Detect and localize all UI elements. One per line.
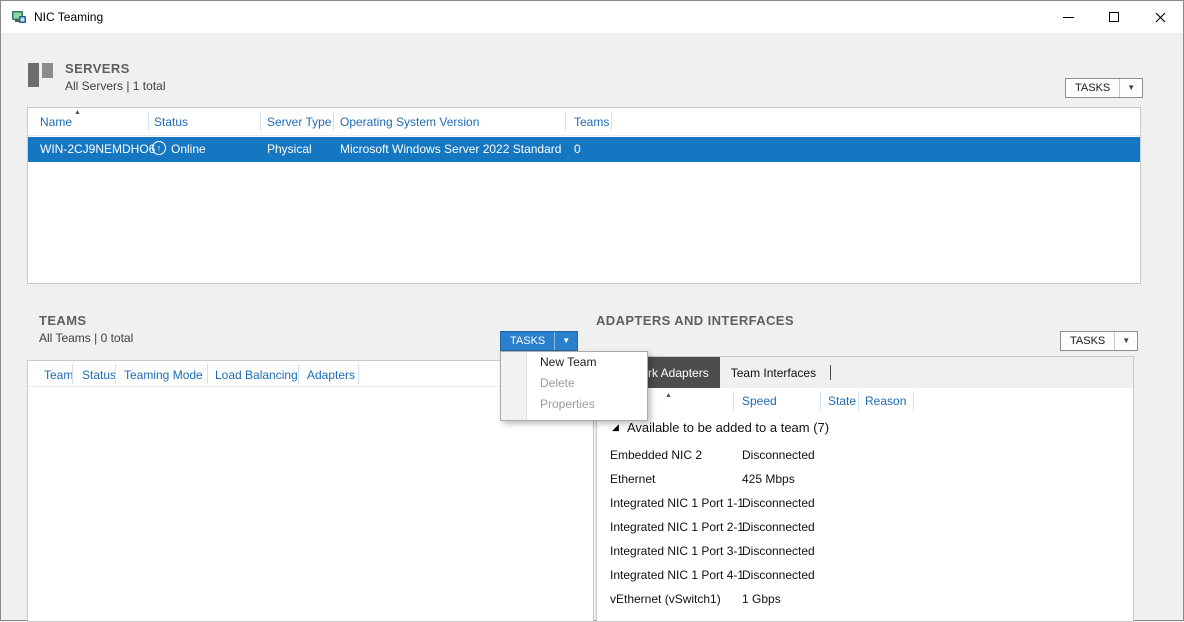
server-type: Physical <box>267 142 312 156</box>
col-name[interactable]: Name <box>40 115 72 129</box>
chevron-down-icon: ▼ <box>1114 332 1137 350</box>
minimize-button[interactable] <box>1045 1 1091 33</box>
col-status[interactable]: Status <box>82 368 116 382</box>
menu-item-delete[interactable]: Delete <box>501 373 647 394</box>
group-label: Available to be added to a team (7) <box>627 420 829 435</box>
adapter-row[interactable]: vEthernet (vSwitch1) 1 Gbps <box>597 587 1133 611</box>
menu-item-properties[interactable]: Properties <box>501 394 647 415</box>
servers-table: Name ▲ Status Server Type Operating Syst… <box>27 107 1141 284</box>
adapter-row[interactable]: Integrated NIC 1 Port 2-1 Disconnected <box>597 515 1133 539</box>
adapters-heading: ADAPTERS AND INTERFACES <box>596 313 794 328</box>
close-button[interactable] <box>1137 1 1183 33</box>
teams-heading: TEAMS <box>39 313 133 328</box>
chevron-down-icon: ▼ <box>554 332 577 350</box>
adapter-row[interactable]: Integrated NIC 1 Port 3-1 Disconnected <box>597 539 1133 563</box>
server-teams-count: 0 <box>574 142 581 156</box>
servers-subtitle: All Servers | 1 total <box>65 79 166 93</box>
window-title: NIC Teaming <box>34 10 103 24</box>
online-up-arrow-icon: ↑ <box>152 141 166 155</box>
adapter-group-row[interactable]: ◢ Available to be added to a team (7) <box>597 413 1133 443</box>
server-row[interactable]: WIN-2CJ9NEMDHO6 ↑ Online Physical Micros… <box>28 137 1140 162</box>
minimize-icon <box>1063 17 1074 18</box>
adapters-panel: Network Adapters Team Interfaces ▲ Speed… <box>596 356 1134 622</box>
adapter-row[interactable]: Embedded NIC 2 Disconnected <box>597 443 1133 467</box>
teams-header: TEAMS All Teams | 0 total <box>39 313 133 345</box>
close-icon <box>1155 12 1166 23</box>
teams-tasks-button[interactable]: TASKS ▼ <box>500 331 578 351</box>
adapter-row[interactable]: Integrated NIC 1 Port 1-1 Disconnected <box>597 491 1133 515</box>
col-load-balancing[interactable]: Load Balancing <box>215 368 298 382</box>
chevron-down-icon: ▼ <box>1119 79 1142 97</box>
servers-table-header: Name ▲ Status Server Type Operating Syst… <box>28 108 1140 136</box>
adapters-header: ADAPTERS AND INTERFACES <box>596 313 794 328</box>
adapters-tabstrip: Network Adapters Team Interfaces <box>597 357 1133 388</box>
teams-tasks-menu: New Team Delete Properties <box>500 351 648 421</box>
sort-asc-icon: ▲ <box>74 109 81 116</box>
col-state[interactable]: State <box>828 394 856 408</box>
server-os-version: Microsoft Windows Server 2022 Standard <box>340 142 561 156</box>
teams-subtitle: All Teams | 0 total <box>39 331 133 345</box>
maximize-button[interactable] <box>1091 1 1137 33</box>
app-icon <box>11 9 27 25</box>
group-expanded-icon: ◢ <box>612 422 619 433</box>
adapters-table-header: ▲ Speed State Reason <box>597 388 1133 413</box>
col-server-type[interactable]: Server Type <box>267 115 331 129</box>
menu-item-new-team[interactable]: New Team <box>501 352 647 373</box>
servers-tasks-button[interactable]: TASKS ▼ <box>1065 78 1143 98</box>
server-status: Online <box>171 142 206 156</box>
tab-divider <box>830 365 831 380</box>
col-status[interactable]: Status <box>154 115 188 129</box>
adapter-row[interactable]: Integrated NIC 1 Port 4-1 Disconnected <box>597 563 1133 587</box>
col-speed[interactable]: Speed <box>742 394 777 408</box>
server-name: WIN-2CJ9NEMDHO6 <box>40 142 155 156</box>
nic-teaming-window: NIC Teaming SERVERS All Servers | 1 tota… <box>0 0 1184 621</box>
col-team[interactable]: Team <box>44 368 73 382</box>
servers-icon <box>27 61 57 89</box>
tab-team-interfaces[interactable]: Team Interfaces <box>720 357 827 388</box>
col-teams[interactable]: Teams <box>574 115 609 129</box>
col-os-version[interactable]: Operating System Version <box>340 115 479 129</box>
servers-heading: SERVERS <box>65 61 166 76</box>
adapter-row[interactable]: Ethernet 425 Mbps <box>597 467 1133 491</box>
maximize-icon <box>1109 12 1119 22</box>
adapters-tasks-button[interactable]: TASKS ▼ <box>1060 331 1138 351</box>
servers-header: SERVERS All Servers | 1 total <box>27 61 166 93</box>
window-controls <box>1045 1 1183 33</box>
col-teaming-mode[interactable]: Teaming Mode <box>124 368 203 382</box>
sort-asc-icon: ▲ <box>665 392 672 399</box>
col-reason[interactable]: Reason <box>865 394 906 408</box>
titlebar: NIC Teaming <box>1 1 1183 33</box>
col-adapters[interactable]: Adapters <box>307 368 355 382</box>
